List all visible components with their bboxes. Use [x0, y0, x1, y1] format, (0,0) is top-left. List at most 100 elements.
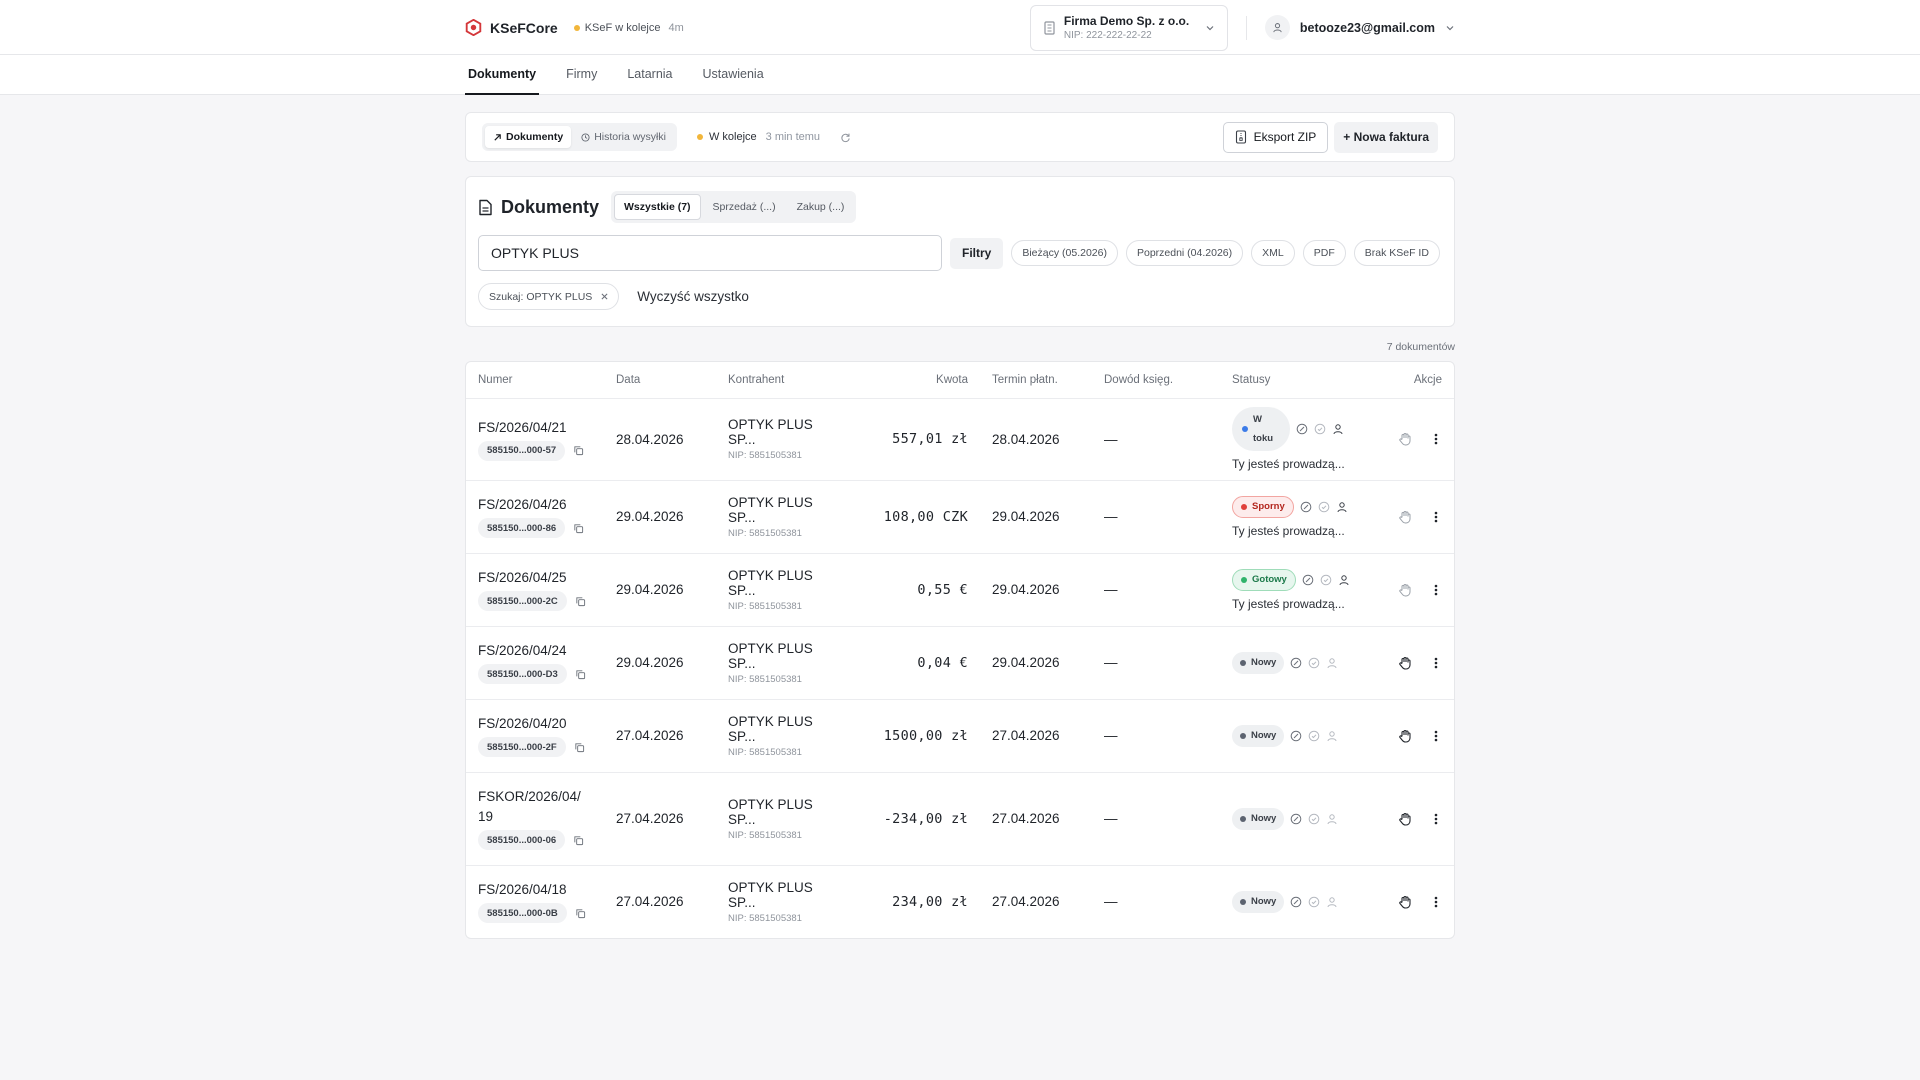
search-input[interactable]: [478, 235, 942, 271]
check-circle-icon: [1318, 501, 1330, 512]
invoice-number[interactable]: FS/2026/04/26: [478, 495, 592, 515]
user-menu[interactable]: betooze23@gmail.com: [1264, 15, 1455, 40]
more-vertical-icon[interactable]: [1434, 510, 1438, 524]
ksef-id-pill: 585150...000-2C: [478, 591, 567, 611]
hand-icon[interactable]: [1398, 583, 1412, 597]
hand-icon[interactable]: [1398, 432, 1412, 446]
clear-all-button[interactable]: Wyczyść wszystko: [637, 289, 749, 304]
ksef-id-pill: 585150...000-D3: [478, 664, 567, 684]
tab-firmy[interactable]: Firmy: [563, 55, 600, 95]
documents-panel: Dokumenty Wszystkie (7) Sprzedaż (...) Z…: [465, 176, 1455, 327]
refresh-icon[interactable]: [840, 132, 851, 143]
filter-all-button[interactable]: Wszystkie (7): [614, 194, 701, 220]
active-filter-label: Szukaj: OPTYK PLUS: [489, 290, 593, 303]
col-date[interactable]: Data: [604, 362, 716, 398]
copy-icon[interactable]: [573, 835, 584, 846]
status-badge[interactable]: Gotowy: [1232, 568, 1296, 591]
contractor-name: OPTYK PLUS SP...: [728, 567, 813, 598]
table-row[interactable]: FS/2026/04/24 585150...000-D3 29.04.2026…: [466, 625, 1454, 699]
table-row[interactable]: FS/2026/04/20 585150...000-2F 27.04.2026…: [466, 698, 1454, 772]
tab-latarnia[interactable]: Latarnia: [624, 55, 675, 95]
more-vertical-icon[interactable]: [1434, 583, 1438, 597]
more-vertical-icon[interactable]: [1434, 432, 1438, 446]
new-invoice-button[interactable]: + Nowa faktura: [1334, 121, 1438, 153]
chip-xml[interactable]: XML: [1251, 240, 1295, 266]
compass-icon: [1291, 896, 1302, 908]
status-badge[interactable]: Wtoku: [1232, 407, 1290, 451]
more-vertical-icon[interactable]: [1434, 729, 1438, 743]
copy-icon[interactable]: [573, 445, 584, 456]
view-documents-button[interactable]: Dokumenty: [485, 126, 572, 148]
person-icon: [1337, 501, 1347, 512]
invoice-number[interactable]: FS/2026/04/18: [478, 880, 592, 900]
person-icon: [1327, 897, 1337, 907]
invoice-number[interactable]: FS/2026/04/21: [478, 418, 592, 438]
copy-icon[interactable]: [575, 908, 586, 919]
more-vertical-icon[interactable]: [1434, 656, 1438, 670]
status-badge[interactable]: Nowy: [1232, 890, 1285, 913]
table-row[interactable]: FS/2026/04/25 585150...000-2C 29.04.2026…: [466, 552, 1454, 626]
table-row[interactable]: FS/2026/04/21 585150...000-57 28.04.2026…: [466, 397, 1454, 480]
hand-icon[interactable]: [1398, 895, 1412, 909]
col-number[interactable]: Numer: [466, 362, 604, 398]
clock-icon: [581, 132, 590, 142]
filter-sales-button[interactable]: Sprzedaż (...): [704, 194, 785, 220]
check-circle-icon: [1309, 730, 1320, 741]
status-label: toku: [1253, 433, 1274, 444]
check-circle-icon: [1309, 813, 1320, 824]
chip-current-period[interactable]: Bieżący (05.2026): [1011, 240, 1118, 266]
chip-no-ksef-id[interactable]: Brak KSeF ID: [1353, 240, 1440, 266]
company-name: Firma Demo Sp. z o.o.: [1063, 14, 1190, 28]
app-logo[interactable]: KSeFCore: [465, 19, 558, 36]
check-circle-icon: [1309, 896, 1320, 908]
table-row[interactable]: FS/2026/04/26 585150...000-86 29.04.2026…: [466, 479, 1454, 553]
chip-pdf[interactable]: PDF: [1302, 240, 1346, 266]
table-row[interactable]: FSKOR/2026/04/19 585150...000-06 27.04.2…: [466, 771, 1454, 865]
contractor-nip: NIP: 5851505381: [728, 527, 802, 539]
col-due[interactable]: Termin płatn.: [980, 362, 1092, 398]
company-switcher[interactable]: Firma Demo Sp. z o.o. NIP: 222-222-22-22: [1029, 4, 1228, 51]
hand-icon[interactable]: [1398, 729, 1412, 743]
invoice-number[interactable]: FS/2026/04/25: [478, 568, 592, 588]
status-badge[interactable]: Nowy: [1232, 724, 1285, 747]
copy-icon[interactable]: [573, 523, 584, 534]
chip-previous-period[interactable]: Poprzedni (04.2026): [1125, 240, 1244, 266]
tab-dokumenty[interactable]: Dokumenty: [465, 55, 540, 95]
filters-button[interactable]: Filtry: [950, 237, 1004, 269]
view-history-button[interactable]: Historia wysyłki: [573, 126, 674, 148]
ksef-id-pill: 585150...000-0B: [478, 903, 567, 924]
contractor-name: OPTYK PLUS SP...: [728, 640, 813, 671]
more-vertical-icon[interactable]: [1434, 895, 1438, 909]
status-badge[interactable]: Sporny: [1232, 495, 1294, 518]
status-dot: [1241, 576, 1247, 583]
app-name: KSeFCore: [490, 19, 558, 36]
hand-icon[interactable]: [1398, 656, 1412, 670]
copy-icon[interactable]: [575, 596, 586, 607]
col-proof: Dowód księg.: [1104, 373, 1174, 386]
view-documents-label: Dokumenty: [506, 131, 564, 143]
more-vertical-icon[interactable]: [1434, 812, 1438, 826]
export-zip-button[interactable]: Eksport ZIP: [1222, 121, 1329, 153]
tab-ustawienia[interactable]: Ustawienia: [700, 55, 767, 95]
arrow-up-right-icon: [494, 133, 501, 141]
copy-icon[interactable]: [575, 669, 586, 680]
invoice-number[interactable]: FS/2026/04/24: [478, 641, 592, 661]
hand-icon[interactable]: [1398, 812, 1412, 826]
invoice-number[interactable]: FSKOR/2026/04/19: [478, 787, 592, 827]
check-circle-icon: [1309, 657, 1320, 668]
invoice-date: 28.04.2026: [604, 397, 716, 480]
compass-icon: [1291, 813, 1302, 824]
lead-text: Ty jesteś prowadzą...: [1232, 523, 1345, 538]
invoice-amount: 234,00 zł: [892, 893, 968, 910]
invoice-number[interactable]: FS/2026/04/20: [478, 714, 592, 734]
ksef-id-pill: 585150...000-57: [478, 440, 566, 461]
copy-icon[interactable]: [574, 742, 585, 753]
status-badge[interactable]: Nowy: [1232, 807, 1285, 830]
table-row[interactable]: FS/2026/04/18 585150...000-0B 27.04.2026…: [466, 864, 1454, 938]
hand-icon[interactable]: [1398, 510, 1412, 524]
filter-purchase-button[interactable]: Zakup (...): [788, 194, 854, 220]
col-amount[interactable]: Kwota: [856, 362, 980, 398]
close-icon[interactable]: [601, 293, 608, 300]
col-contractor[interactable]: Kontrahent: [716, 362, 856, 398]
status-badge[interactable]: Nowy: [1232, 651, 1285, 674]
